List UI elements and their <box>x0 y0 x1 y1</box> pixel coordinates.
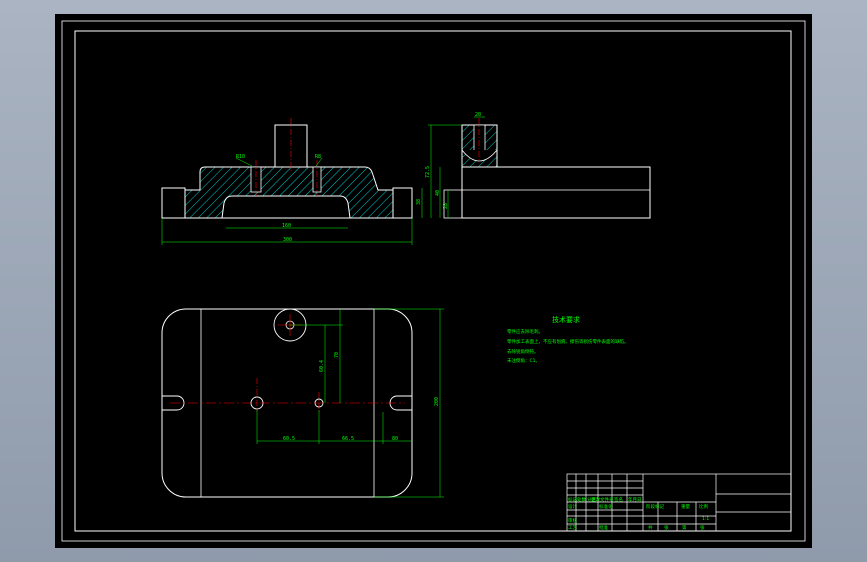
side-dim-72: 72.5 <box>425 166 431 178</box>
tb-label-process: 工艺 <box>568 525 577 531</box>
notes-line-3: 去除锐角倒钝。 <box>507 348 539 355</box>
tb-label-approve: 批准 <box>599 524 608 531</box>
front-dim-160: 160 <box>282 223 291 229</box>
notes-line-1: 零件应去除毛刺。 <box>507 328 543 335</box>
front-dim-38: 38 <box>416 199 422 205</box>
cad-drawing: 160 300 R10 R8 38 20 72.5 40 28 60.4 70 … <box>55 14 812 548</box>
top-dim-70: 70 <box>334 352 340 358</box>
top-dim-60-5: 60.5 <box>283 436 295 442</box>
front-dim-300: 300 <box>283 237 292 243</box>
tb-scale-value: 1:1 <box>702 516 709 522</box>
front-dim-r8: R8 <box>315 154 321 160</box>
tb-label-stage: 阶段标记 <box>646 503 664 510</box>
tb-label-weight: 重量 <box>681 503 690 510</box>
notes-line-2: 零件加工表面上，不应有划痕、擦伤等损伤零件表面的缺陷。 <box>507 338 629 345</box>
side-dim-20: 20 <box>475 112 481 118</box>
tb-label-scale: 比例 <box>699 503 708 510</box>
tb-label-date: 年月日 <box>628 496 642 503</box>
notes-line-4: 未注倒角：C1。 <box>507 357 540 364</box>
notes-title: 技术要求 <box>552 315 580 324</box>
side-dim-40: 40 <box>435 190 441 196</box>
tb-label-count: 处数 <box>577 496 586 503</box>
tb-sheet-num: 第 <box>682 524 687 531</box>
tb-label-review: 审核 <box>568 517 577 524</box>
tb-label-design: 设计 <box>568 503 577 510</box>
tb-sheet-num-unit: 张 <box>700 524 705 531</box>
tb-label-standard: 标准化 <box>599 503 613 510</box>
top-dim-80: 80 <box>392 436 398 442</box>
top-dim-60-4: 60.4 <box>319 360 325 372</box>
tb-label-sign: 签名 <box>614 496 623 503</box>
top-dim-200: 200 <box>434 397 440 406</box>
side-dim-28: 28 <box>443 203 449 209</box>
tb-sheet-total-unit: 张 <box>664 524 669 531</box>
tb-label-change: 更改文件号 <box>591 496 614 503</box>
front-dim-r10: R10 <box>236 154 245 160</box>
drawing-sheet <box>55 14 812 548</box>
side-view-slot <box>473 124 486 154</box>
top-dim-66-5: 66.5 <box>342 436 354 442</box>
tb-sheet-total: 共 <box>648 524 653 531</box>
